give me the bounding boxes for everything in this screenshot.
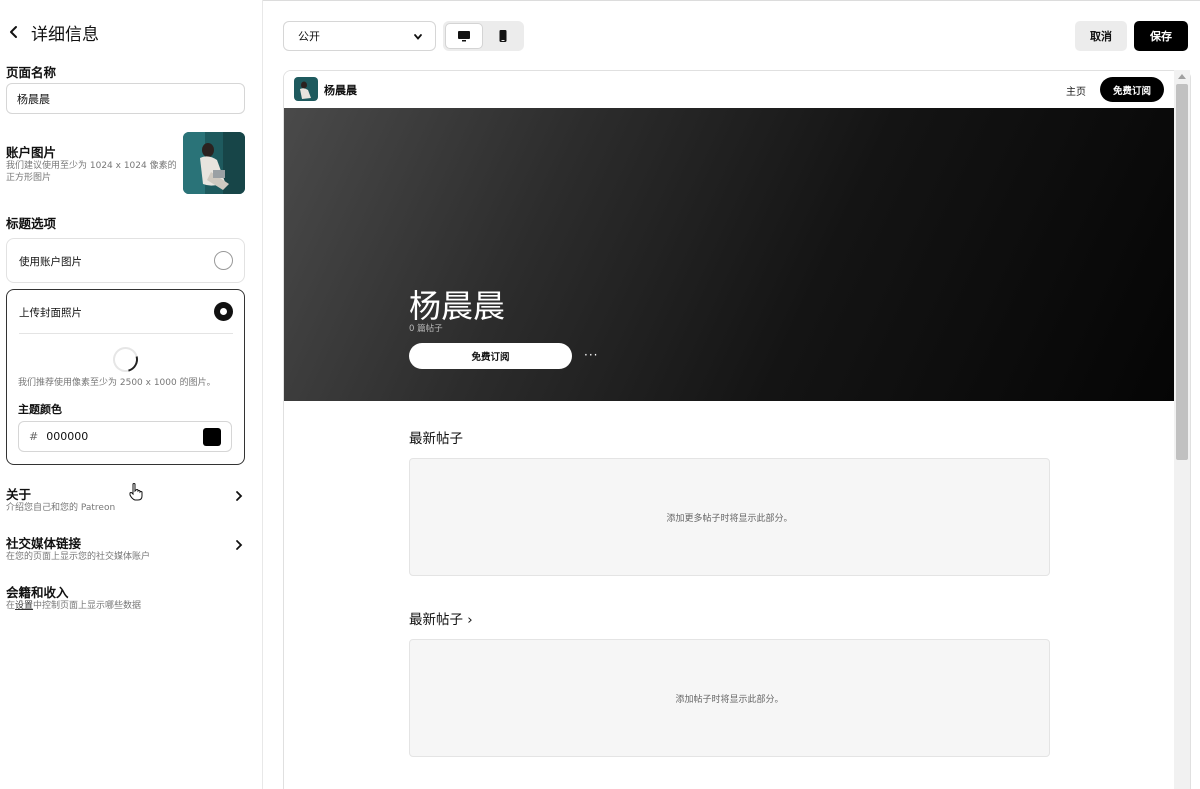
account-image-hint: 我们建议使用至少为 1024 x 1024 像素的 正方形图片 bbox=[6, 160, 177, 184]
radio-use-account-image[interactable] bbox=[214, 251, 233, 270]
cover-image-hint: 我们推荐使用像素至少为 2500 x 1000 的图片。 bbox=[18, 378, 216, 388]
preview-header: 杨晨晨 主页 免费订阅 bbox=[284, 71, 1174, 108]
page-name-input[interactable]: 杨晨晨 bbox=[6, 83, 245, 114]
membership-desc-suffix: 中控制页面上显示哪些数据 bbox=[33, 601, 142, 611]
theme-color-input[interactable]: # 000000 bbox=[18, 421, 232, 452]
nav-membership: 会籍和收入 在设置中控制页面上显示哪些数据 bbox=[6, 582, 246, 618]
sidebar-title: 详细信息 bbox=[31, 24, 99, 45]
nav-about-desc: 介绍您自己和您的 Patreon bbox=[6, 503, 116, 513]
option-upload-cover-label: 上传封面照片 bbox=[19, 307, 82, 319]
sidebar-header: 详细信息 bbox=[7, 20, 99, 45]
account-image-hint-line1: 我们建议使用至少为 1024 x 1024 像素的 bbox=[6, 161, 177, 171]
mobile-icon bbox=[499, 30, 507, 42]
section-recent-posts-empty-text: 添加更多帖子时将显示此部分。 bbox=[666, 513, 793, 524]
cover-banner: 杨晨晨 0 篇帖子 免费订阅 ··· bbox=[284, 108, 1174, 401]
preview-creator-name: 杨晨晨 bbox=[324, 84, 357, 97]
preview-subscribe-button[interactable]: 免费订阅 bbox=[1100, 77, 1164, 102]
option-use-account-image-label: 使用账户图片 bbox=[19, 256, 82, 268]
preview-nav-home[interactable]: 主页 bbox=[1066, 83, 1086, 98]
nav-about[interactable]: 关于 介绍您自己和您的 Patreon bbox=[6, 484, 246, 520]
nav-membership-desc: 在设置中控制页面上显示哪些数据 bbox=[6, 598, 141, 611]
save-button[interactable]: 保存 bbox=[1134, 21, 1188, 51]
scroll-up-arrow-icon[interactable] bbox=[1178, 74, 1186, 79]
option-use-account-image[interactable]: 使用账户图片 bbox=[6, 238, 245, 283]
settings-link[interactable]: 设置 bbox=[15, 601, 33, 611]
device-toggle bbox=[443, 21, 524, 51]
page-name-label: 页面名称 bbox=[6, 65, 57, 80]
option-divider bbox=[19, 333, 233, 334]
hand-cursor-icon bbox=[129, 483, 143, 501]
settings-sidebar: 详细信息 页面名称 杨晨晨 账户图片 我们建议使用至少为 1024 x 1024… bbox=[0, 0, 263, 789]
preview-avatar bbox=[294, 77, 318, 101]
nav-social-links[interactable]: 社交媒体链接 在您的页面上显示您的社交媒体账户 bbox=[6, 533, 246, 569]
section-latest-posts-placeholder: 添加帖子时将显示此部分。 bbox=[409, 639, 1050, 757]
section-latest-posts-empty-text: 添加帖子时将显示此部分。 bbox=[675, 694, 784, 705]
theme-color-value: 000000 bbox=[46, 430, 89, 443]
account-image-hint-line2: 正方形图片 bbox=[6, 173, 52, 183]
mobile-view-button[interactable] bbox=[484, 23, 522, 49]
scrollbar-thumb[interactable] bbox=[1176, 84, 1188, 460]
page-preview: 杨晨晨 主页 免费订阅 杨晨晨 0 篇帖子 免费订阅 ··· 最新帖子 添加更多… bbox=[283, 70, 1191, 789]
back-arrow-icon[interactable] bbox=[7, 25, 21, 39]
section-latest-posts-title[interactable]: 最新帖子 › bbox=[409, 608, 473, 628]
desktop-view-button[interactable] bbox=[445, 23, 483, 49]
chevron-down-icon bbox=[414, 34, 422, 40]
more-options-icon[interactable]: ··· bbox=[584, 348, 598, 362]
membership-desc-prefix: 在 bbox=[6, 601, 16, 611]
section-recent-posts-placeholder: 添加更多帖子时将显示此部分。 bbox=[409, 458, 1050, 576]
desktop-icon bbox=[458, 31, 470, 42]
nav-social-desc: 在您的页面上显示您的社交媒体账户 bbox=[6, 552, 151, 562]
theme-color-label: 主题颜色 bbox=[18, 403, 62, 416]
color-swatch[interactable] bbox=[203, 428, 221, 446]
banner-creator-name: 杨晨晨 bbox=[409, 287, 506, 325]
account-image-label: 账户图片 bbox=[6, 145, 57, 160]
account-image-thumbnail[interactable] bbox=[183, 132, 245, 194]
section-recent-posts-title: 最新帖子 bbox=[409, 431, 463, 447]
chevron-right-icon bbox=[236, 540, 243, 550]
visibility-value: 公开 bbox=[298, 30, 320, 43]
radio-upload-cover[interactable] bbox=[214, 302, 233, 321]
banner-post-count: 0 篇帖子 bbox=[409, 324, 443, 334]
header-options-label: 标题选项 bbox=[6, 216, 57, 231]
banner-subscribe-button[interactable]: 免费订阅 bbox=[409, 343, 572, 369]
hash-symbol: # bbox=[29, 430, 39, 443]
visibility-select[interactable]: 公开 bbox=[283, 21, 436, 51]
preview-scrollbar[interactable] bbox=[1174, 70, 1190, 789]
chevron-right-icon bbox=[236, 491, 243, 501]
cancel-button[interactable]: 取消 bbox=[1075, 21, 1127, 51]
